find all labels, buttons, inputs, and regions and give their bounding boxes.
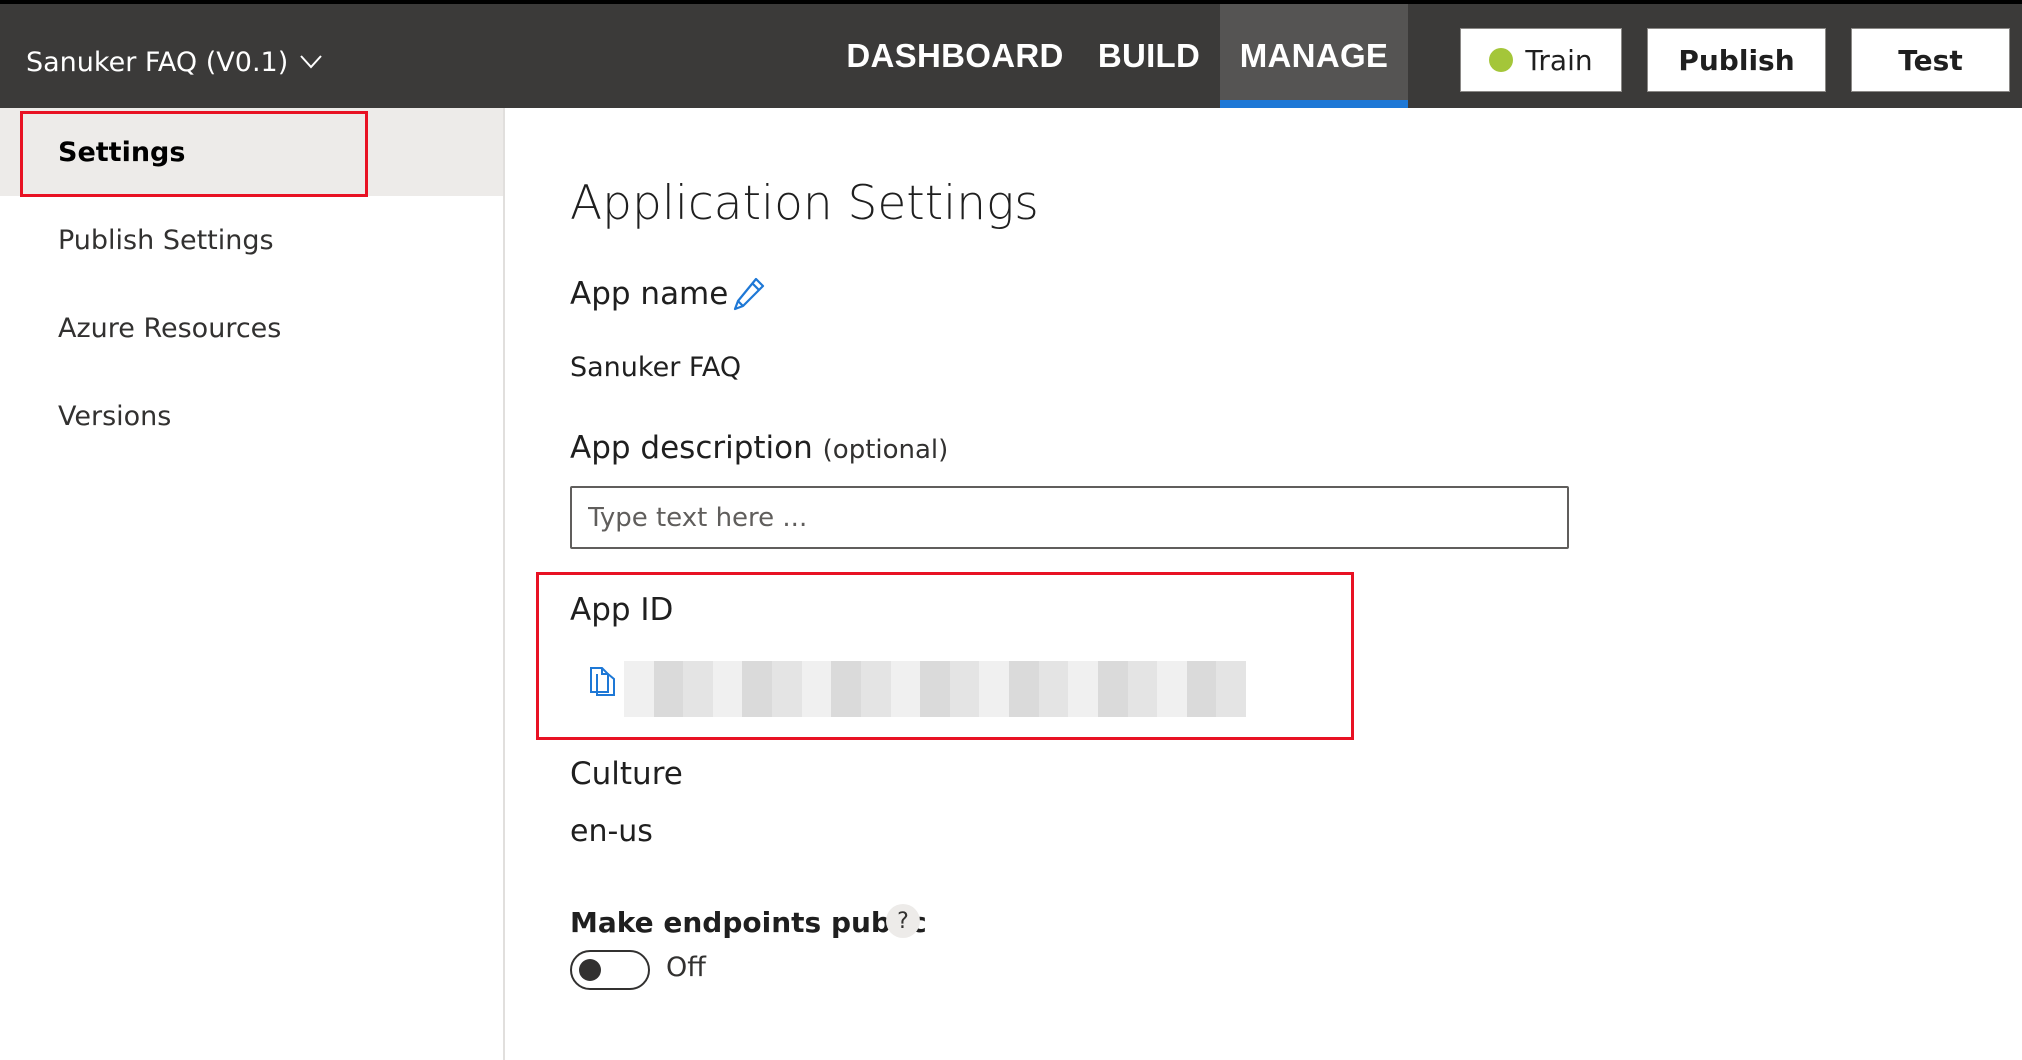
redaction-pixel: [890, 689, 921, 717]
endpoints-public-toggle[interactable]: [570, 950, 650, 990]
sidebar-item-settings[interactable]: Settings: [0, 108, 503, 196]
redaction-pixel: [860, 689, 891, 717]
app-description-label: App description (optional): [570, 430, 948, 466]
app-selector[interactable]: Sanuker FAQ (V0.1): [26, 38, 322, 86]
test-button-label: Test: [1898, 43, 1963, 77]
redaction-pixel: [860, 661, 891, 689]
redaction-pixel: [1186, 689, 1217, 717]
redaction-pixel: [712, 661, 743, 689]
redaction-pixel: [1127, 689, 1158, 717]
redaction-pixel: [683, 661, 713, 689]
redaction-pixel: [772, 661, 802, 689]
toggle-state-label: Off: [666, 952, 706, 983]
publish-button[interactable]: Publish: [1647, 28, 1826, 92]
app-title: Sanuker FAQ (V0.1): [26, 46, 289, 78]
redaction-pixel: [1038, 661, 1069, 689]
sidebar-item-label: Azure Resources: [58, 312, 282, 344]
redaction-pixel: [1097, 689, 1128, 717]
help-icon[interactable]: ?: [886, 904, 920, 938]
redaction-pixel: [772, 689, 802, 717]
culture-value: en-us: [570, 814, 653, 849]
sidebar-item-versions[interactable]: Versions: [0, 372, 503, 460]
redaction-pixel: [949, 689, 980, 717]
nav-manage[interactable]: MANAGE: [1220, 4, 1408, 108]
redaction-pixel: [712, 689, 743, 717]
redaction-pixel: [742, 661, 773, 689]
nav-manage-label: MANAGE: [1239, 37, 1389, 74]
redaction-pixel: [624, 661, 654, 689]
nav-build[interactable]: BUILD: [1096, 4, 1202, 108]
app-name-value: Sanuker FAQ: [570, 352, 742, 383]
culture-label: Culture: [570, 756, 683, 792]
sidebar-item-label: Versions: [58, 400, 172, 432]
toggle-knob: [579, 959, 601, 981]
redaction-pixel: [1038, 689, 1069, 717]
redaction-pixel: [920, 661, 950, 689]
active-nav-indicator: [1220, 100, 1408, 108]
redaction-pixel: [742, 689, 773, 717]
redaction-pixel: [1157, 661, 1187, 689]
publish-button-label: Publish: [1678, 43, 1795, 77]
app-id-value-redacted: [624, 661, 1246, 717]
redaction-pixel: [979, 689, 1010, 717]
nav-dashboard-label: DASHBOARD: [846, 37, 1064, 74]
redaction-pixel: [653, 689, 684, 717]
redaction-pixel: [1216, 661, 1246, 689]
chevron-down-icon: [300, 55, 322, 69]
nav-build-label: BUILD: [1097, 37, 1201, 74]
sidebar-item-azure-resources[interactable]: Azure Resources: [0, 284, 503, 372]
app-name-label: App name: [570, 276, 729, 312]
app-id-label: App ID: [570, 592, 674, 628]
redaction-pixel: [1068, 661, 1098, 689]
pencil-icon[interactable]: [732, 276, 766, 312]
app-description-input[interactable]: [570, 486, 1569, 549]
redaction-pixel: [801, 689, 832, 717]
redaction-pixel: [890, 661, 921, 689]
redaction-pixel: [1068, 689, 1098, 717]
redaction-pixel: [683, 689, 713, 717]
make-endpoints-public-label: Make endpoints public: [570, 906, 927, 939]
copy-icon[interactable]: [588, 664, 618, 698]
redaction-pixel: [920, 689, 950, 717]
nav-dashboard[interactable]: DASHBOARD: [846, 4, 1064, 108]
redaction-pixel: [1097, 661, 1128, 689]
redaction-pixel: [1186, 661, 1217, 689]
train-button-label: Train: [1525, 43, 1593, 77]
redaction-pixel: [979, 661, 1010, 689]
train-status-icon: [1489, 48, 1514, 72]
redaction-pixel: [653, 661, 684, 689]
redaction-pixel: [1157, 689, 1187, 717]
redaction-pixel: [949, 661, 980, 689]
redaction-pixel: [1009, 661, 1039, 689]
redaction-pixel: [831, 689, 861, 717]
app-description-label-text: App description: [570, 430, 813, 466]
sidebar-item-label: Publish Settings: [58, 224, 274, 256]
redaction-pixel: [624, 689, 654, 717]
top-bar: Sanuker FAQ (V0.1) DASHBOARD BUILD MANAG…: [0, 0, 2022, 108]
train-button[interactable]: Train: [1460, 28, 1622, 92]
sidebar-item-label: Settings: [58, 136, 186, 168]
redaction-pixel: [801, 661, 832, 689]
test-button[interactable]: Test: [1851, 28, 2010, 92]
redaction-pixel: [831, 661, 861, 689]
page-title: Application Settings: [570, 176, 1039, 231]
sidebar: Settings Publish Settings Azure Resource…: [0, 108, 505, 1060]
optional-hint: (optional): [822, 435, 949, 465]
sidebar-item-publish-settings[interactable]: Publish Settings: [0, 196, 503, 284]
redaction-pixel: [1009, 689, 1039, 717]
redaction-pixel: [1216, 689, 1246, 717]
redaction-pixel: [1127, 661, 1158, 689]
